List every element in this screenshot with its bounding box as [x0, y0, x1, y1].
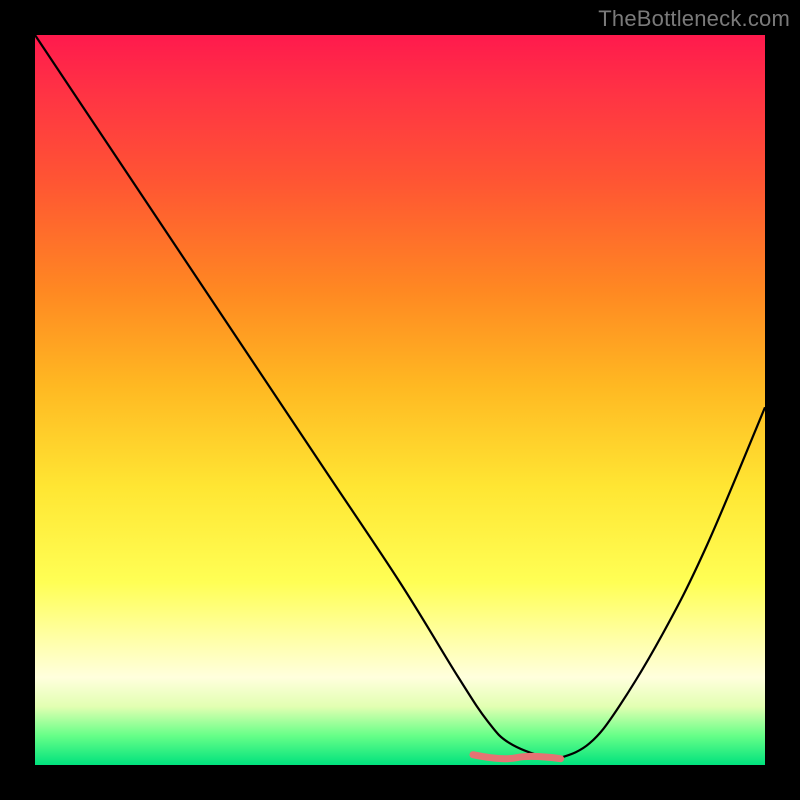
- watermark-label: TheBottleneck.com: [598, 6, 790, 32]
- flat-marker-path: [473, 755, 561, 759]
- chart-frame: TheBottleneck.com: [0, 0, 800, 800]
- bottleneck-curve-path: [35, 35, 765, 760]
- curve-svg: [35, 35, 765, 765]
- plot-area: [35, 35, 765, 765]
